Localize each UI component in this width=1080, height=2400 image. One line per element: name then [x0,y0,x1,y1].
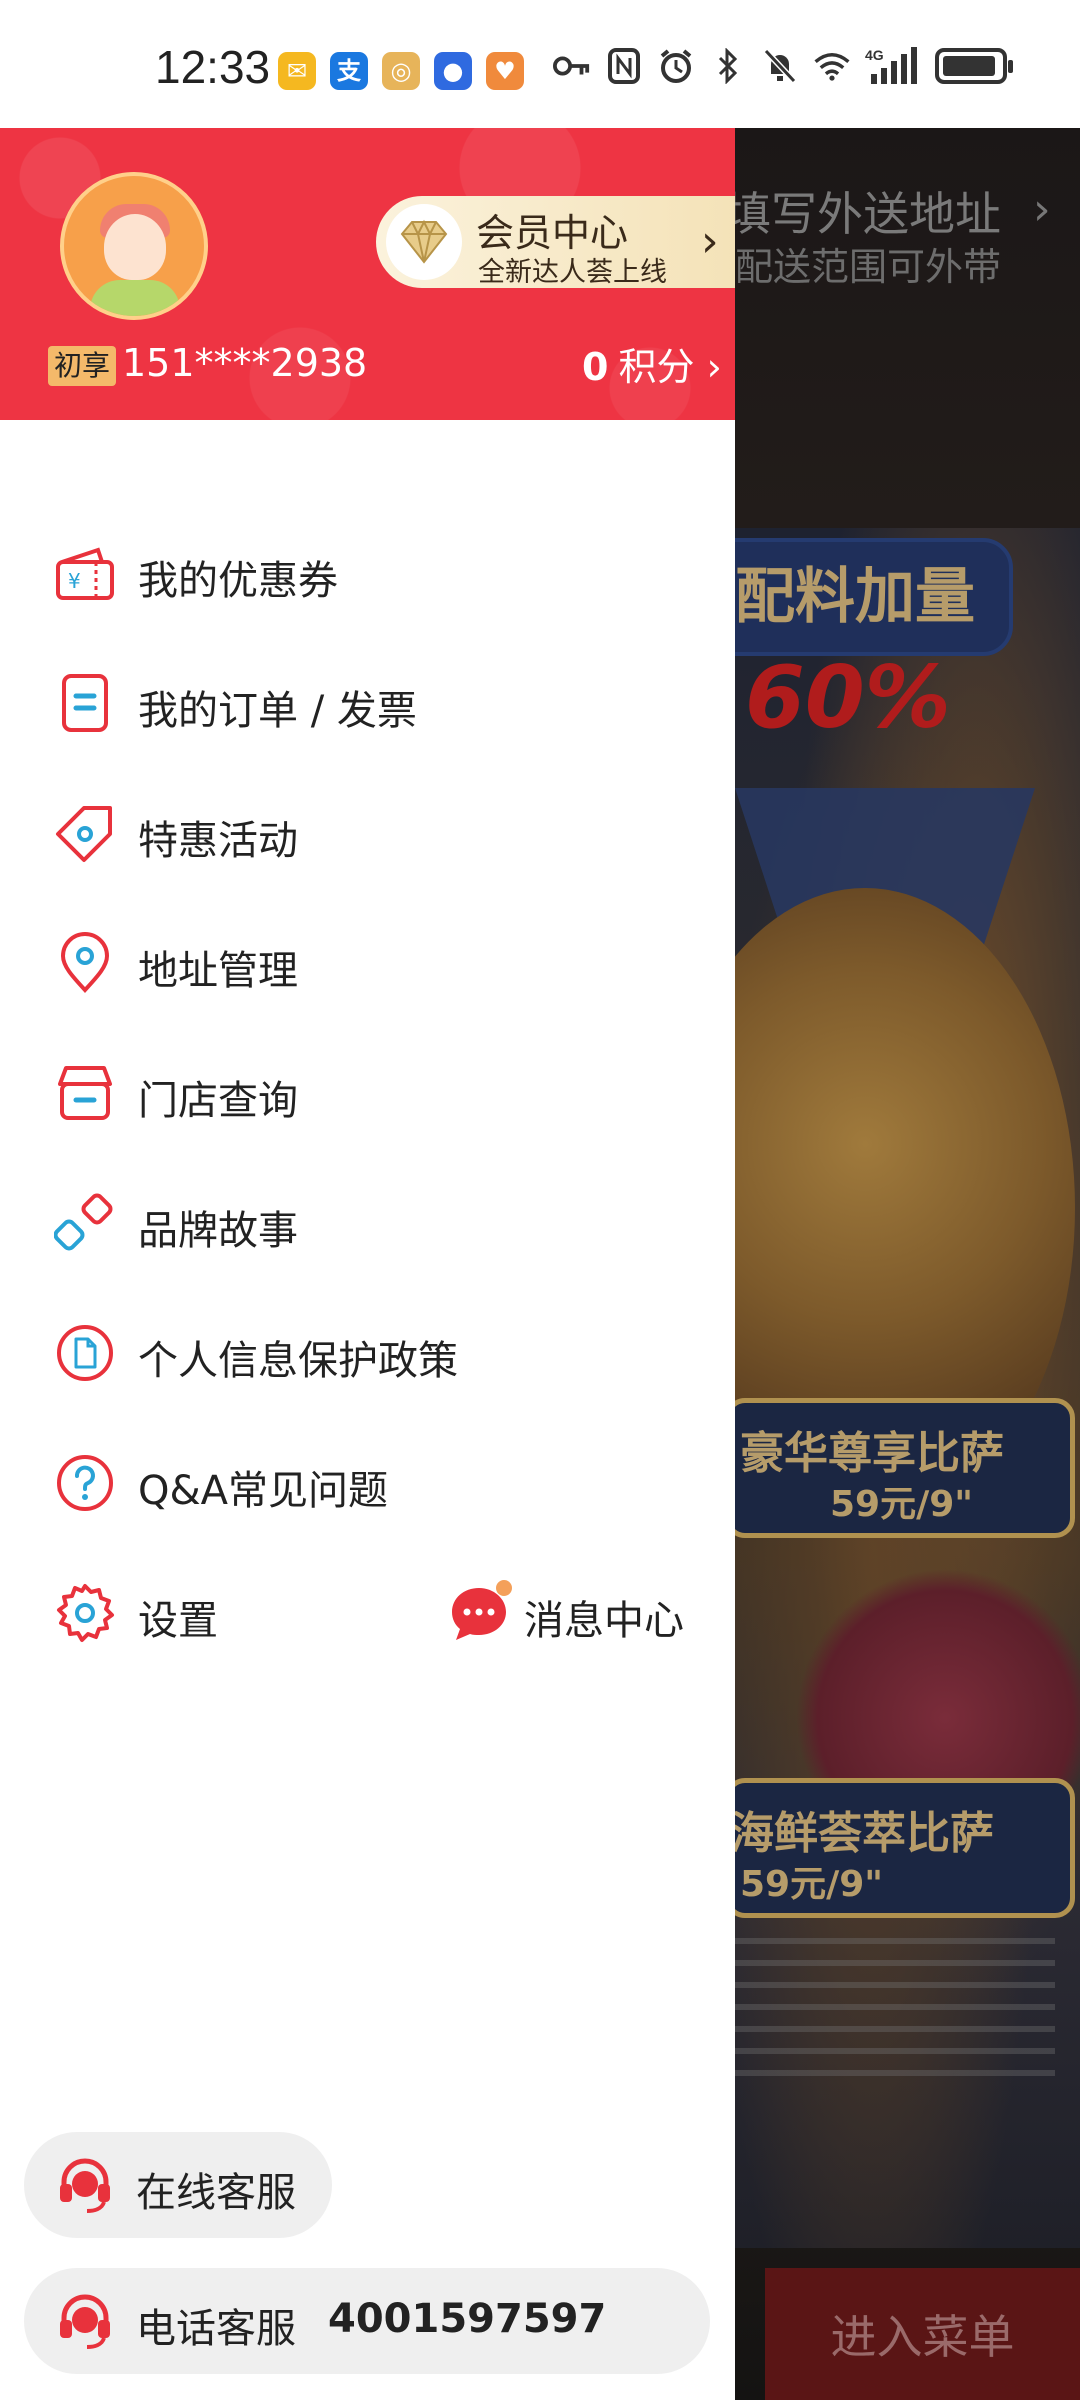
gear-icon [54,1582,116,1644]
user-phone: 151****2938 [122,341,368,385]
menu-item-brand-story[interactable]: 品牌故事 [0,1170,735,1270]
fine-print [735,1938,1055,2088]
points-label: 积分 [618,345,695,389]
menu-label: 品牌故事 [138,1208,298,1254]
member-center-title: 会员中心 [476,211,629,255]
side-drawer: 初享 151****2938 会员中心 全新达人荟上线 › 0 积分 › ¥ 我的… [0,128,735,2400]
pizza2-name: 海鲜荟萃比萨 [735,1808,994,1859]
unread-dot [496,1580,512,1596]
message-center-button[interactable]: 消息中心 [448,1560,708,1660]
background-page[interactable]: 填写外送地址 配送范围可外带 › 配料加量 60% 豪华尊享比萨 59元/9" … [735,128,1080,2400]
address-title[interactable]: 填写外送地址 [735,178,1001,244]
member-level-badge: 初享 [48,346,117,386]
status-bar: 12:33 ✉ 支 ◎ ● ♥ 4G [0,0,1080,128]
coupon-icon: ¥ [54,542,116,604]
wifi-icon [813,46,851,86]
chevron-right-icon[interactable]: › [1033,184,1051,235]
tag-icon [54,802,116,864]
menu-label: 我的订单 / 发票 [138,688,417,734]
menu-label: 个人信息保护政策 [138,1338,458,1384]
menu-label: 设置 [138,1598,218,1644]
mute-icon [761,46,799,86]
menu-item-address[interactable]: 地址管理 [0,910,735,1010]
menu-item-faq[interactable]: Q&A常见问题 [0,1430,735,1530]
app-icon-orange: ♥ [486,52,524,90]
bluetooth-icon [709,46,747,86]
menu-item-store-search[interactable]: 门店查询 [0,1040,735,1140]
network-label: 4G [865,47,884,63]
phone-service-number: 4001597597 [328,2296,607,2342]
promo-title: 配料加量 [735,562,975,632]
order-icon [54,672,116,734]
headset-icon [54,2290,116,2352]
alipay-icon: 支 [330,52,368,90]
app-icon: ◎ [382,52,420,90]
question-icon [54,1452,116,1514]
menu-item-orders[interactable]: 我的订单 / 发票 [0,650,735,750]
chevron-right-icon: › [701,216,719,267]
avatar[interactable] [60,172,208,320]
online-service-label: 在线客服 [136,2170,296,2216]
signal-4g-icon: 4G [865,46,921,86]
app-icon-blue: ● [434,52,472,90]
diamond-icon [386,204,462,280]
member-center-subtitle: 全新达人荟上线 [478,257,667,288]
store-icon [54,1062,116,1124]
menu-label: 我的优惠券 [138,558,338,604]
online-service-button[interactable]: 在线客服 [24,2132,332,2238]
enter-menu-button[interactable]: 进入菜单 [765,2268,1080,2400]
menu-label: 门店查询 [138,1078,298,1124]
menu-label: 地址管理 [138,948,298,994]
notification-icons: ✉ 支 ◎ ● ♥ [278,52,524,90]
drawer-header: 初享 151****2938 会员中心 全新达人荟上线 › 0 积分 › [0,128,735,420]
svg-text:¥: ¥ [68,569,81,593]
menu-item-promotions[interactable]: 特惠活动 [0,780,735,880]
message-center-label: 消息中心 [524,1598,684,1644]
menu-item-privacy-policy[interactable]: 个人信息保护政策 [0,1300,735,1400]
menu-label: 特惠活动 [138,818,298,864]
pizza1-price: 59元/9" [830,1484,974,1525]
alarm-icon [657,46,695,86]
menu-item-settings[interactable]: 设置 [0,1560,400,1660]
pizza1-name: 豪华尊享比萨 [740,1428,1004,1479]
status-time: 12:33 [155,41,271,93]
pizza2-label: 海鲜荟萃比萨 59元/9" [735,1778,1075,1918]
points-value: 0 [582,345,609,389]
brand-icon [53,1192,116,1254]
chevron-right-icon: › [706,345,722,389]
phone-service-label: 电话客服 [136,2306,296,2352]
address-subtitle: 配送范围可外带 [735,245,1002,289]
key-icon [553,46,591,86]
mail-icon: ✉ [278,52,316,90]
pizza1-label: 豪华尊享比萨 59元/9" [735,1398,1075,1538]
headset-icon [54,2154,116,2216]
promo-percent: 60% [745,648,951,748]
menu-item-coupons[interactable]: ¥ 我的优惠券 [0,520,735,620]
nfc-icon [605,46,643,86]
location-icon [54,932,116,994]
member-center-button[interactable]: 会员中心 全新达人荟上线 › [376,196,735,288]
pizza2-price: 59元/9" [740,1864,884,1905]
menu-label: Q&A常见问题 [138,1468,389,1514]
system-icons: 4G [553,46,1013,86]
battery-icon [935,48,1013,84]
points-link[interactable]: 0 积分 › [582,336,722,391]
phone-service-button[interactable]: 电话客服 4001597597 [24,2268,710,2374]
document-icon [54,1322,116,1384]
